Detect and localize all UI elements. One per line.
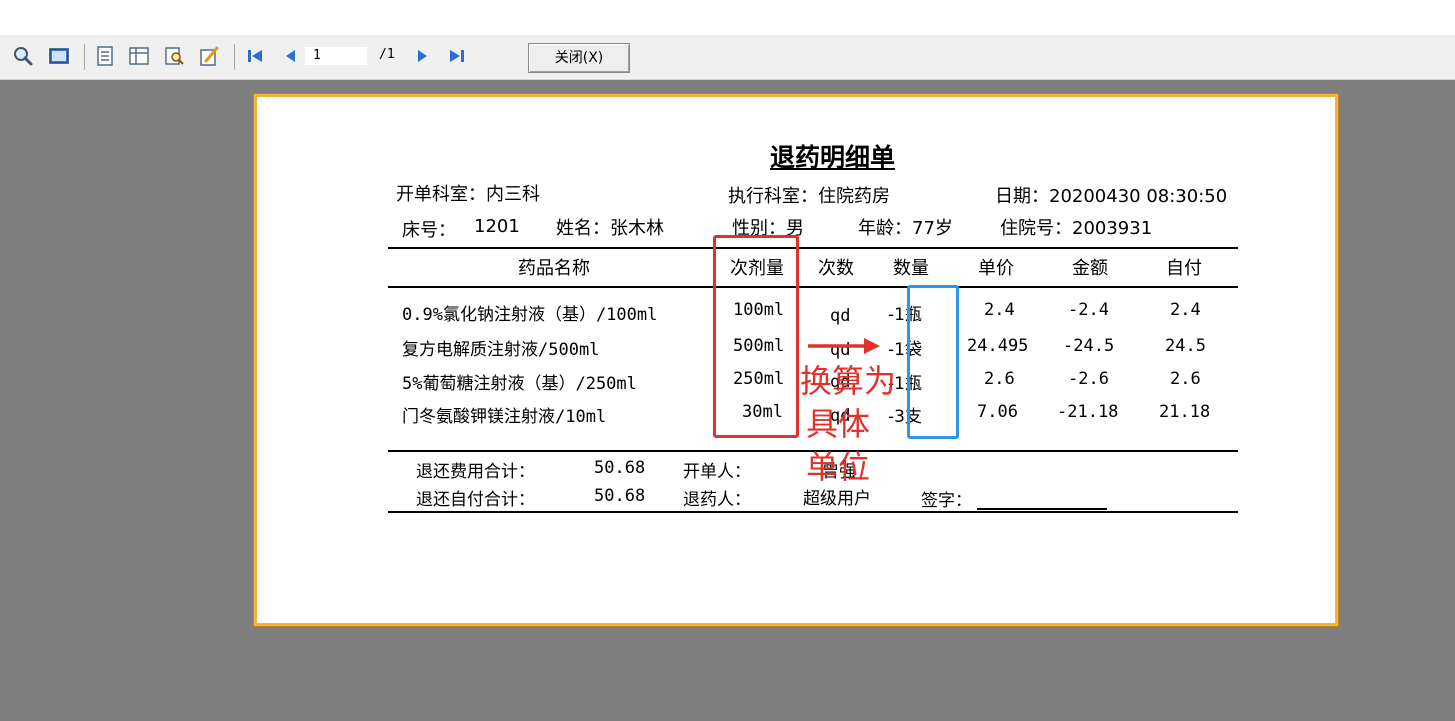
fullscreen-icon[interactable]	[48, 45, 70, 67]
exec-dept-label: 执行科室：住院药房	[728, 186, 890, 207]
row-self-pay: 2.4	[1170, 300, 1201, 320]
page-setup-icon[interactable]	[94, 45, 116, 67]
row-amount: -21.18	[1057, 402, 1119, 422]
date-label: 日期：20200430 08:30:50	[995, 186, 1228, 207]
row-frequency: qd	[830, 306, 851, 326]
dose-column-highlight	[713, 235, 799, 438]
previous-page-icon[interactable]	[280, 45, 302, 67]
edit-icon[interactable]	[198, 45, 220, 67]
dept-label: 开单科室：内三科	[396, 184, 540, 205]
row-drug-name: 0.9%氯化钠注射液（基）/100ml	[402, 305, 658, 325]
row-self-pay: 21.18	[1159, 402, 1211, 422]
row-self-pay: 2.6	[1170, 369, 1201, 389]
bed-label: 床号：	[402, 220, 456, 241]
issuer-label: 开单人：	[683, 462, 751, 482]
find-icon[interactable]	[163, 45, 185, 67]
arrow-right-icon	[808, 338, 880, 354]
first-page-icon[interactable]	[244, 45, 266, 67]
header-unit-price: 单价	[978, 258, 1014, 279]
row-amount: -2.6	[1068, 369, 1109, 389]
returner-label: 退药人：	[683, 490, 751, 510]
patient-name-label: 姓名：张木林	[556, 218, 664, 239]
row-drug-name: 门冬氨酸钾镁注射液/10ml	[402, 407, 607, 427]
header-self-pay: 自付	[1166, 258, 1202, 279]
self-pay-total-label: 退还自付合计：	[416, 490, 535, 510]
row-unit-price: 2.4	[984, 300, 1015, 320]
annotation-text-line1: 换算为	[800, 362, 897, 400]
close-button[interactable]: 关闭(X)	[528, 43, 630, 73]
signature-line	[977, 508, 1107, 510]
row-drug-name: 复方电解质注射液/500ml	[402, 340, 600, 360]
refund-total-value: 50.68	[594, 458, 646, 478]
report-toolbar: 1 /1 关闭(X)	[0, 35, 1455, 80]
report-title: 退药明细单	[770, 143, 896, 172]
row-amount: -24.5	[1063, 336, 1115, 356]
row-unit-price: 24.495	[967, 336, 1029, 356]
header-quantity: 数量	[893, 258, 929, 279]
self-pay-total-value: 50.68	[594, 486, 646, 506]
toolbar-separator	[84, 44, 85, 70]
age-label: 年龄：77岁	[858, 218, 953, 239]
quantity-column-highlight	[907, 285, 959, 439]
header-amount: 金额	[1072, 258, 1108, 279]
bed-value: 1201	[474, 216, 520, 237]
last-page-icon[interactable]	[446, 45, 468, 67]
next-page-icon[interactable]	[411, 45, 433, 67]
row-unit-price: 7.06	[977, 402, 1018, 422]
refund-total-label: 退还费用合计：	[416, 462, 535, 482]
zoom-icon[interactable]	[12, 45, 34, 67]
page-number-input[interactable]: 1	[304, 46, 368, 66]
annotation-text-line2: 具体	[806, 405, 871, 443]
header-frequency: 次数	[818, 258, 854, 279]
header-drug-name: 药品名称	[518, 258, 590, 279]
page-total: /1	[379, 47, 395, 62]
top-blank-area	[0, 0, 1455, 35]
admission-number-label: 住院号：2003931	[1000, 218, 1153, 239]
row-self-pay: 24.5	[1165, 336, 1206, 356]
signature-label: 签字：	[921, 491, 972, 511]
row-unit-price: 2.6	[984, 369, 1015, 389]
footer-bottom-line	[388, 511, 1238, 513]
row-amount: -2.4	[1068, 300, 1109, 320]
table-header-line	[388, 286, 1238, 288]
layout-icon[interactable]	[128, 45, 150, 67]
row-drug-name: 5%葡萄糖注射液（基）/250ml	[402, 374, 637, 394]
table-top-line	[388, 247, 1238, 249]
toolbar-separator	[234, 44, 235, 70]
annotation-text-line3: 单位	[806, 448, 871, 486]
